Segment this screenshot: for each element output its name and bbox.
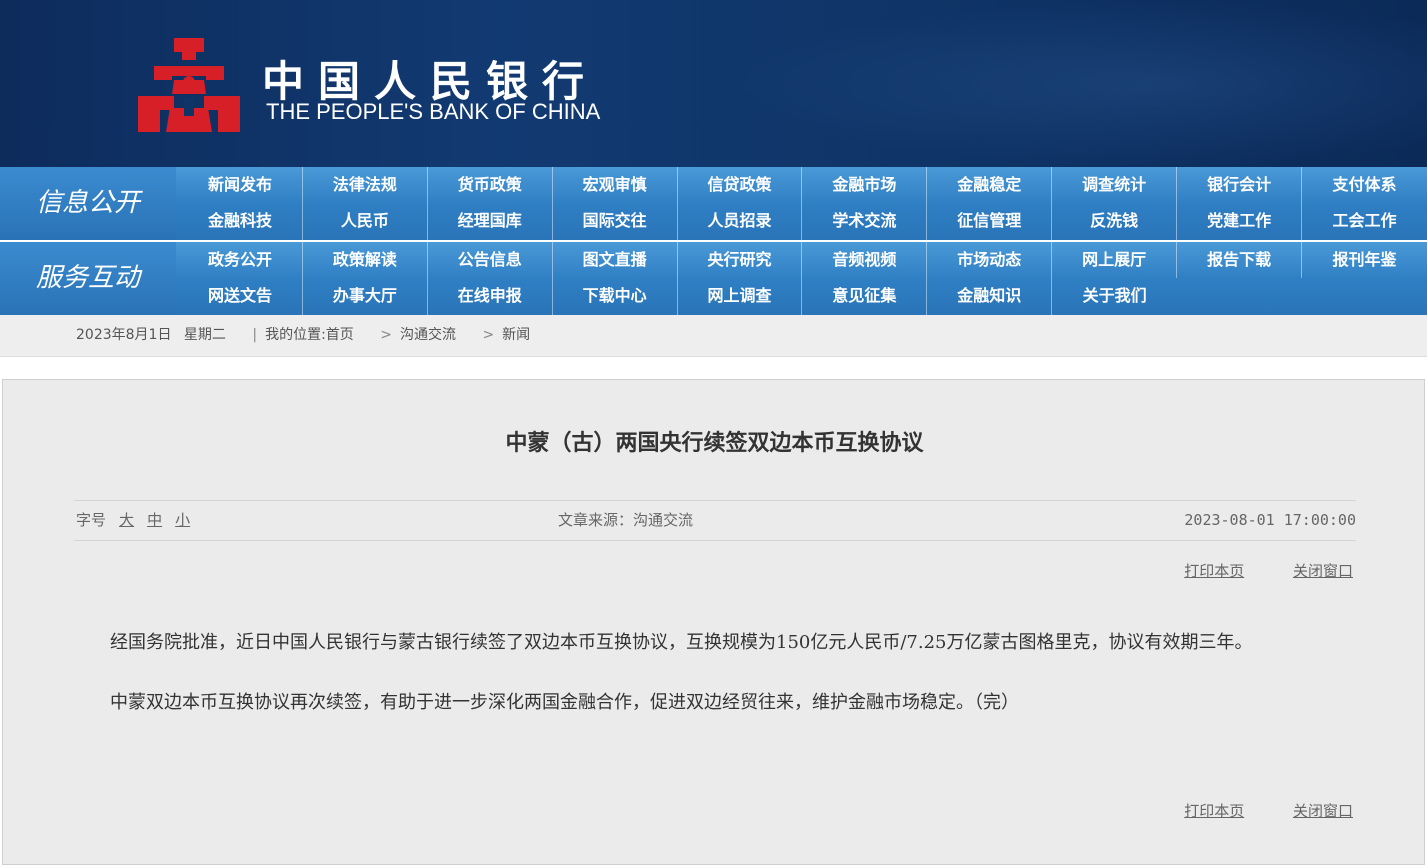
nav-item-live-broadcast[interactable]: 图文直播 bbox=[553, 242, 678, 278]
article-source: 文章来源：沟通交流 bbox=[558, 511, 694, 529]
nav-item-payment-system[interactable]: 支付体系 bbox=[1302, 167, 1427, 203]
nav-item-financial-knowledge[interactable]: 金融知识 bbox=[927, 278, 1053, 315]
nav-item-government-affairs[interactable]: 政务公开 bbox=[178, 242, 303, 278]
nav-item-macroprudential[interactable]: 宏观审慎 bbox=[553, 167, 678, 203]
print-page-link[interactable]: 打印本页 bbox=[1184, 802, 1244, 820]
font-size-small-link[interactable]: 小 bbox=[175, 511, 190, 529]
nav-item-monetary-policy[interactable]: 货币政策 bbox=[428, 167, 553, 203]
nav-info-disclosure: 信息公开 新闻发布 法律法规 货币政策 宏观审慎 信贷政策 金融市场 金融稳定 … bbox=[0, 167, 1427, 240]
nav-service-title: 服务互动 bbox=[0, 242, 176, 315]
nav-item-policy-interpretation[interactable]: 政策解读 bbox=[303, 242, 428, 278]
nav-item-union-work[interactable]: 工会工作 bbox=[1302, 203, 1427, 240]
nav-item-bank-accounting[interactable]: 银行会计 bbox=[1177, 167, 1303, 203]
nav-info-grid: 新闻发布 法律法规 货币政策 宏观审慎 信贷政策 金融市场 金融稳定 调查统计 … bbox=[178, 167, 1427, 240]
article-title: 中蒙（古）两国央行续签双边本币互换协议 bbox=[505, 430, 924, 456]
article-tools-bottom: 打印本页 关闭窗口 bbox=[1140, 800, 1353, 821]
nav-item-online-filing[interactable]: 在线申报 bbox=[428, 278, 553, 315]
article-body: 经国务院批准，近日中国人民银行与蒙古银行续签了双边本币互换协议，互换规模为150… bbox=[74, 624, 1356, 744]
nav-item-rmb[interactable]: 人民币 bbox=[303, 203, 428, 240]
nav-item-download-center[interactable]: 下载中心 bbox=[553, 278, 678, 315]
nav-item-audio-video[interactable]: 音频视频 bbox=[802, 242, 928, 278]
nav-item-online-survey[interactable]: 网上调查 bbox=[678, 278, 803, 315]
font-size-label: 字号 bbox=[76, 511, 107, 529]
article-tools-top: 打印本页 关闭窗口 bbox=[1140, 560, 1353, 581]
nav-item-financial-market[interactable]: 金融市场 bbox=[802, 167, 928, 203]
article-paragraph: 经国务院批准，近日中国人民银行与蒙古银行续签了双边本币互换协议，互换规模为150… bbox=[110, 632, 1253, 653]
font-size-medium-link[interactable]: 中 bbox=[147, 511, 162, 529]
nav-item-anti-money-laundering[interactable]: 反洗钱 bbox=[1052, 203, 1178, 240]
close-window-link[interactable]: 关闭窗口 bbox=[1293, 562, 1353, 580]
chevron-right-icon: > bbox=[482, 327, 495, 343]
nav-item-research[interactable]: 央行研究 bbox=[678, 242, 803, 278]
nav-item-academic[interactable]: 学术交流 bbox=[802, 203, 928, 240]
nav-item-announcements[interactable]: 公告信息 bbox=[428, 242, 553, 278]
nav-item-laws[interactable]: 法律法规 bbox=[303, 167, 428, 203]
font-size-controls: 字号 大 中 小 bbox=[76, 501, 190, 540]
header-banner: 中国人民银行 THE PEOPLE'S BANK OF CHINA bbox=[0, 0, 1427, 167]
article-datetime: 2023-08-01 17:00:00 bbox=[1184, 511, 1356, 529]
org-name-en: THE PEOPLE'S BANK OF CHINA bbox=[266, 99, 601, 124]
current-date: 2023年8月1日 bbox=[76, 327, 172, 343]
pboc-emblem-icon bbox=[138, 38, 240, 132]
nav-item-statistics[interactable]: 调查统计 bbox=[1052, 167, 1178, 203]
nav-item-opinion-collection[interactable]: 意见征集 bbox=[802, 278, 928, 315]
article-panel: 中蒙（古）两国央行续签双边本币互换协议 字号 大 中 小 文章来源：沟通交流 2… bbox=[2, 379, 1425, 865]
nav-item-about-us[interactable]: 关于我们 bbox=[1052, 278, 1177, 315]
nav-item-online-exhibition[interactable]: 网上展厅 bbox=[1052, 242, 1178, 278]
nav-item-yearbooks[interactable]: 报刊年鉴 bbox=[1302, 242, 1427, 278]
nav-service-grid: 政务公开 政策解读 公告信息 图文直播 央行研究 音频视频 市场动态 网上展厅 … bbox=[178, 242, 1427, 315]
breadcrumb: 2023年8月1日 星期二 | 我的位置:首页 > 沟通交流 > 新闻 bbox=[0, 315, 1427, 357]
print-page-link[interactable]: 打印本页 bbox=[1184, 562, 1244, 580]
nav-info-title: 信息公开 bbox=[0, 167, 176, 240]
close-window-link[interactable]: 关闭窗口 bbox=[1293, 802, 1353, 820]
article-meta: 字号 大 中 小 文章来源：沟通交流 2023-08-01 17:00:00 bbox=[74, 500, 1356, 541]
nav-item-credit-policy[interactable]: 信贷政策 bbox=[678, 167, 803, 203]
nav-service-interaction: 服务互动 政务公开 政策解读 公告信息 图文直播 央行研究 音频视频 市场动态 … bbox=[0, 242, 1427, 315]
article-paragraph: 中蒙双边本币互换协议再次续签，有助于进一步深化两国金融合作，促进双边经贸往来，维… bbox=[110, 692, 1019, 713]
nav-item-fintech[interactable]: 金融科技 bbox=[178, 203, 303, 240]
nav-item-news-release[interactable]: 新闻发布 bbox=[178, 167, 303, 203]
nav-item-recruitment[interactable]: 人员招录 bbox=[678, 203, 803, 240]
breadcrumb-divider: | bbox=[252, 327, 258, 343]
chevron-right-icon: > bbox=[380, 327, 392, 343]
nav-item-report-download[interactable]: 报告下载 bbox=[1177, 242, 1303, 278]
font-size-large-link[interactable]: 大 bbox=[119, 511, 134, 529]
breadcrumb-home-link[interactable]: 我的位置:首页 bbox=[265, 327, 354, 343]
breadcrumb-communication-link[interactable]: 沟通交流 bbox=[400, 327, 456, 343]
breadcrumb-news-link[interactable]: 新闻 bbox=[502, 327, 530, 343]
nav-item-international[interactable]: 国际交往 bbox=[553, 203, 678, 240]
nav-item-credit-reference[interactable]: 征信管理 bbox=[927, 203, 1053, 240]
nav-item-documents[interactable]: 网送文告 bbox=[178, 278, 303, 315]
nav-item-market-news[interactable]: 市场动态 bbox=[927, 242, 1053, 278]
nav-item-financial-stability[interactable]: 金融稳定 bbox=[927, 167, 1053, 203]
nav-item-treasury[interactable]: 经理国库 bbox=[428, 203, 553, 240]
current-weekday: 星期二 bbox=[183, 327, 226, 343]
nav-item-party-building[interactable]: 党建工作 bbox=[1177, 203, 1303, 240]
nav-item-service-hall[interactable]: 办事大厅 bbox=[303, 278, 428, 315]
